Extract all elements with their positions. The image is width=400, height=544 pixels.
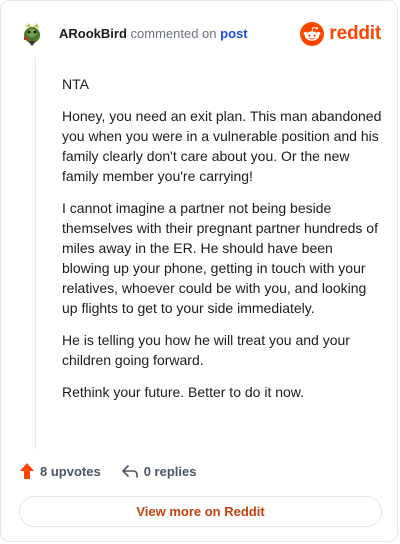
upvote-count: 8 upvotes (40, 463, 101, 479)
reply-arrow-icon (121, 465, 138, 478)
comment-header: ARookBird commented on post reddit (21, 19, 381, 49)
thread-line (35, 57, 36, 449)
reply-button[interactable]: 0 replies (121, 463, 197, 479)
reddit-wordmark: reddit (329, 23, 381, 44)
reply-count: 0 replies (143, 463, 197, 479)
comment-paragraph: Honey, you need an exit plan. This man a… (62, 108, 382, 184)
comment-paragraph: I cannot imagine a partner not being bes… (62, 200, 378, 316)
comment-meta: ARookBird commented on post (59, 26, 248, 42)
upvote-button[interactable]: 8 upvotes (19, 462, 101, 480)
comment-paragraph: NTA (62, 76, 89, 92)
username[interactable]: ARookBird (59, 26, 127, 41)
comment-body: NTA Honey, you need an exit plan. This m… (62, 74, 382, 414)
reddit-snoo-icon (300, 22, 325, 46)
post-link[interactable]: post (220, 26, 247, 41)
reddit-logo[interactable]: reddit (300, 22, 381, 46)
meta-verb: commented on (130, 26, 217, 41)
reddit-embed-card: ARookBird commented on post reddit NTA H… (0, 0, 398, 542)
comment-actions: 8 upvotes 0 replies (19, 461, 196, 481)
upvote-arrow-icon (20, 463, 34, 479)
comment-paragraph: He is telling you how he will treat you … (62, 332, 350, 368)
comment-paragraph: Rethink your future. Better to do it now… (62, 384, 305, 400)
avatar[interactable] (21, 21, 43, 47)
view-more-button[interactable]: View more on Reddit (19, 496, 382, 527)
